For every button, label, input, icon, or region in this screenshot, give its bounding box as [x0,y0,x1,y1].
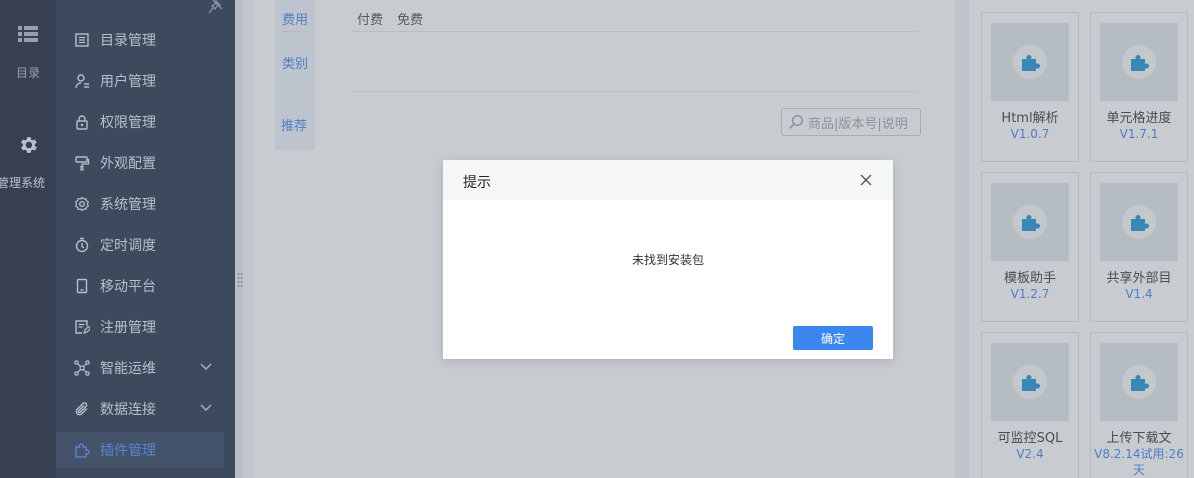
confirm-button[interactable]: 确定 [793,326,873,350]
close-icon[interactable] [859,173,873,187]
dialog-message: 未找到安装包 [631,253,704,267]
dialog-title: 提示 [463,175,491,191]
alert-dialog: 提示 未找到安装包 确定 [443,160,893,359]
dialog-header: 提示 [443,160,893,200]
